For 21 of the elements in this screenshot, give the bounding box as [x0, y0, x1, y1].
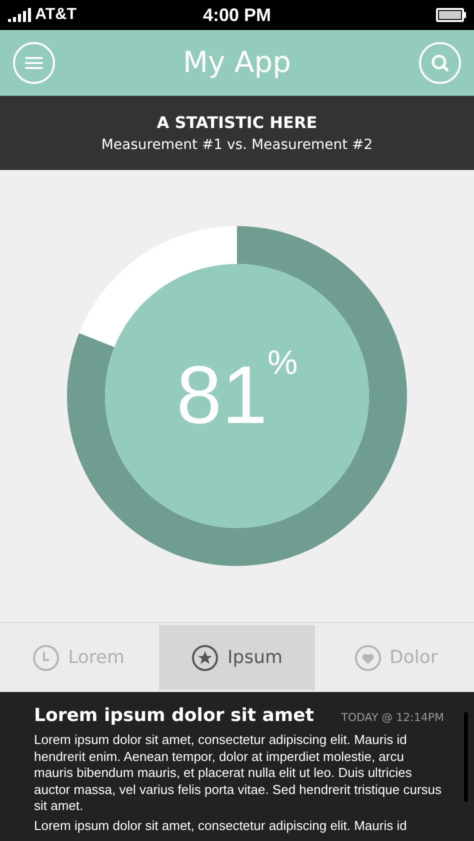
- menu-icon: [25, 56, 43, 70]
- carrier-name: AT&T: [35, 5, 76, 25]
- tab[interactable]: Dolor: [317, 623, 474, 692]
- battery-icon: [436, 8, 466, 22]
- tab[interactable]: Ipsum: [158, 625, 316, 690]
- statistic-subtitle: Measurement #1 vs. Measurement #2: [101, 136, 373, 154]
- app-title: My App: [182, 44, 292, 81]
- status-time: 4:00 PM: [202, 4, 272, 26]
- statistic-title: A STATISTIC HERE: [156, 112, 318, 134]
- search-button[interactable]: [419, 42, 461, 84]
- article-title: Lorem ipsum dolor sit amet: [34, 704, 314, 728]
- article-paragraph: Lorem ipsum dolor sit amet, consectetur adipiscing elit. Mauris id: [34, 818, 408, 834]
- search-icon: [430, 52, 450, 72]
- statistic-value: 81: [176, 355, 268, 437]
- statistic-unit: %: [267, 346, 298, 380]
- menu-button[interactable]: [13, 42, 55, 84]
- signal-icon: [8, 8, 31, 22]
- article-paragraph: Lorem ipsum dolor sit amet, consectetur adipiscing elit. Mauris id hendrerit enim. Aenean tempor, dolor at imperdiet molestie, arcu mauris bibendum mauris, et placerat nulla elit ut leo. Duis ultricies auctor massa, vel varius felis porta vitae. Sed hendrerit tristique cursus sit amet.: [34, 732, 443, 814]
- tab[interactable]: Lorem: [0, 623, 157, 692]
- clock-icon: [32, 644, 60, 672]
- article-timestamp: TODAY @ 12:14PM: [341, 710, 444, 726]
